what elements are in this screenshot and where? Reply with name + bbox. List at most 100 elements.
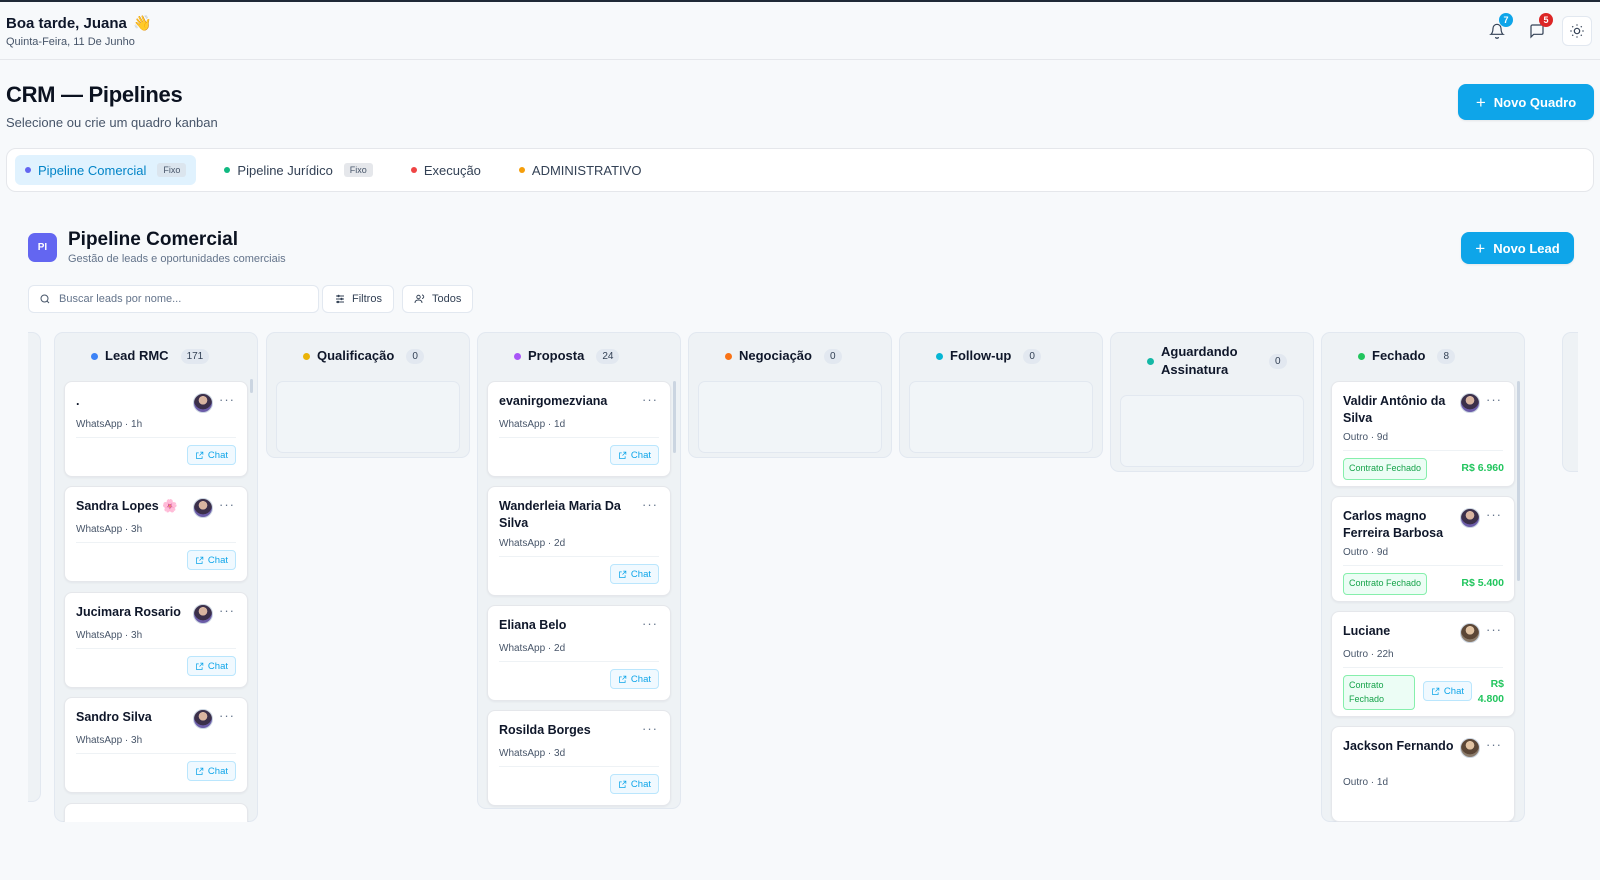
more-options-icon[interactable]: ··· [1486, 622, 1502, 637]
empty-drop-zone[interactable] [276, 381, 460, 453]
status-badge: Contrato Fechado [1343, 458, 1428, 480]
chat-button[interactable]: Chat [186, 761, 236, 781]
search-input[interactable]: Buscar leads por nome... [28, 285, 319, 313]
chat-button[interactable]: Chat [609, 445, 659, 465]
users-icon [414, 294, 425, 304]
column-title: Lead RMC [105, 348, 169, 364]
empty-drop-zone[interactable] [1120, 395, 1304, 467]
divider [1343, 667, 1503, 668]
more-options-icon[interactable]: ··· [1486, 392, 1502, 407]
lead-name: Wanderleia Maria Da Silva [499, 499, 621, 531]
tab-pipeline-juridico[interactable]: Pipeline Jurídico Fixo [214, 155, 382, 185]
divider [1343, 450, 1503, 451]
owner-avatar [1460, 623, 1480, 643]
new-board-button[interactable]: + Novo Quadro [1458, 84, 1594, 120]
deal-value: R$ 4.800 [1477, 678, 1504, 705]
filters-button[interactable]: Filtros [322, 285, 394, 313]
lead-card[interactable]: Luciane ··· Outro · 22h Contrato Fechado… [1331, 611, 1515, 717]
external-link-icon [619, 780, 627, 788]
lead-card[interactable] [64, 803, 248, 822]
column-lead-rmc: Lead RMC 171 . ··· WhatsApp · 1h Chat Sa… [54, 332, 258, 822]
more-options-icon[interactable]: ··· [219, 603, 235, 618]
current-date: Quinta-Feira, 11 De Junho [6, 36, 135, 48]
new-lead-button[interactable]: + Novo Lead [1461, 232, 1574, 264]
column-title: Qualificação [317, 348, 395, 364]
chat-label: Chat [207, 449, 228, 461]
notifications-button[interactable]: 7 [1482, 13, 1513, 46]
chat-label: Chat [207, 554, 228, 566]
board-subtitle: Gestão de leads e oportunidades comercia… [68, 253, 286, 265]
column-header: Follow-up 0 [900, 333, 1102, 379]
chat-label: Chat [1443, 685, 1464, 697]
chat-label: Chat [630, 673, 651, 685]
lead-card[interactable]: Jackson Fernando ··· Outro · 1d [1331, 726, 1515, 822]
chat-button[interactable]: Chat [609, 564, 659, 584]
fixed-badge: Fixo [343, 163, 373, 177]
tab-label: Pipeline Jurídico [237, 162, 333, 178]
more-options-icon[interactable]: ··· [219, 708, 235, 723]
owner-filter-button[interactable]: Todos [402, 285, 474, 313]
lead-name: Luciane [1343, 624, 1391, 638]
lead-card[interactable]: Sandra Lopes 🌸 ··· WhatsApp · 3h Chat [64, 486, 248, 582]
lead-card[interactable]: evanirgomezviana ··· WhatsApp · 1d Chat [487, 381, 671, 477]
lead-meta: WhatsApp · 3h [76, 524, 143, 535]
tab-color-dot [25, 167, 31, 173]
empty-drop-zone[interactable] [698, 381, 882, 453]
external-link-icon [619, 451, 627, 459]
external-link-icon [619, 570, 627, 578]
messages-button[interactable]: 5 [1522, 13, 1553, 46]
column-header: Proposta 24 [478, 333, 680, 379]
lead-card[interactable]: Sandro Silva ··· WhatsApp · 3h Chat [64, 697, 248, 793]
theme-toggle-button[interactable] [1562, 16, 1592, 46]
board-title: Pipeline Comercial [68, 229, 239, 250]
column-count: 0 [823, 348, 842, 364]
more-options-icon[interactable]: ··· [219, 497, 235, 512]
lead-name: Jucimara Rosario [76, 605, 181, 619]
tab-execucao[interactable]: Execução [401, 155, 491, 185]
column-header: Aguardando Assinatura 0 [1111, 333, 1313, 389]
column-color-dot [1358, 352, 1365, 360]
lead-card[interactable]: Carlos magno Ferreira Barbosa ··· Outro … [1331, 496, 1515, 602]
empty-drop-zone[interactable] [909, 381, 1093, 453]
column-color-dot [1147, 357, 1154, 365]
lead-name: Jackson Fernando [1343, 739, 1454, 753]
lead-card[interactable]: Rosilda Borges ··· WhatsApp · 3d Chat [487, 710, 671, 806]
more-options-icon[interactable]: ··· [642, 616, 658, 631]
lead-card[interactable]: Wanderleia Maria Da Silva ··· WhatsApp ·… [487, 486, 671, 596]
scrollbar[interactable] [673, 381, 676, 453]
chat-button[interactable]: Chat [609, 774, 659, 794]
more-options-icon[interactable]: ··· [642, 392, 658, 407]
column-title: Negociação [739, 348, 812, 364]
scrollbar[interactable] [250, 379, 253, 393]
divider [76, 437, 236, 438]
tab-label: Execução [423, 162, 481, 178]
scrollbar[interactable] [1517, 381, 1520, 581]
tab-pipeline-comercial[interactable]: Pipeline Comercial Fixo [15, 155, 197, 185]
owner-avatar [193, 498, 213, 518]
lead-card[interactable]: . ··· WhatsApp · 1h Chat [64, 381, 248, 477]
chat-button[interactable]: Chat [1422, 681, 1472, 701]
more-options-icon[interactable]: ··· [642, 721, 658, 736]
external-link-icon [196, 451, 204, 459]
divider [499, 556, 659, 557]
column-count: 0 [1023, 348, 1041, 364]
lead-card[interactable]: Eliana Belo ··· WhatsApp · 2d Chat [487, 605, 671, 701]
chat-button[interactable]: Chat [186, 445, 236, 465]
lead-card[interactable]: Jucimara Rosario ··· WhatsApp · 3h Chat [64, 592, 248, 688]
chat-label: Chat [207, 765, 228, 777]
more-options-icon[interactable]: ··· [219, 392, 235, 407]
column-title: Aguardando Assinatura [1161, 344, 1238, 377]
lead-meta: WhatsApp · 3h [76, 630, 143, 641]
lead-meta: WhatsApp · 1h [76, 419, 143, 430]
lead-name: Valdir Antônio da Silva [1343, 394, 1446, 426]
tab-administrativo[interactable]: ADMINISTRATIVO [509, 155, 652, 185]
chat-button[interactable]: Chat [186, 656, 236, 676]
more-options-icon[interactable]: ··· [642, 497, 658, 512]
chat-button[interactable]: Chat [186, 550, 236, 570]
board-avatar: PI [28, 233, 57, 262]
lead-meta: WhatsApp · 2d [499, 643, 566, 654]
lead-card[interactable]: Valdir Antônio da Silva ··· Outro · 9d C… [1331, 381, 1515, 487]
more-options-icon[interactable]: ··· [1486, 737, 1502, 752]
more-options-icon[interactable]: ··· [1486, 507, 1502, 522]
chat-button[interactable]: Chat [609, 669, 659, 689]
